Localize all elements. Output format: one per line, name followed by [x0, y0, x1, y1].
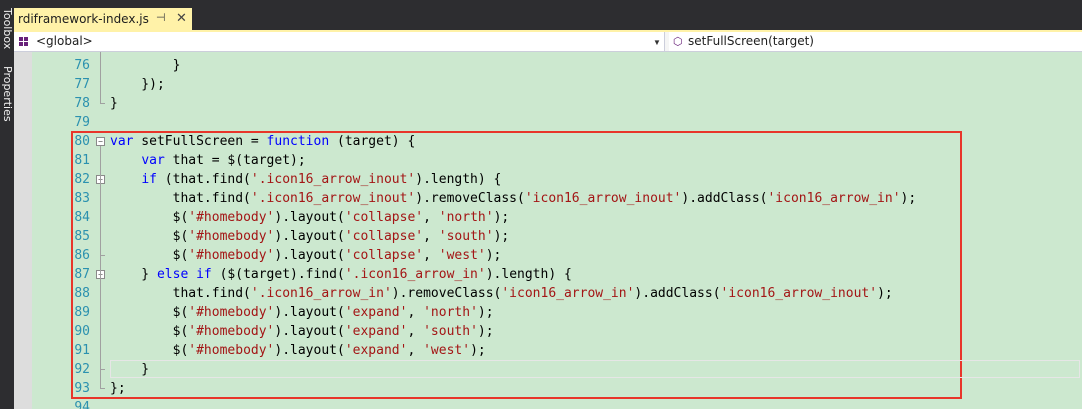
highlight-annotation: [71, 131, 962, 399]
code-line[interactable]: 94: [14, 398, 1064, 409]
tab-title: rdiframework-index.js: [18, 12, 149, 26]
current-line-indicator: [110, 360, 1080, 378]
line-number: 77: [74, 77, 90, 92]
code-text: }: [110, 96, 118, 111]
document-tab-strip: rdiframework-index.js ⊣ ✕: [14, 0, 1082, 30]
code-line[interactable]: 77 });: [14, 75, 1064, 94]
code-line[interactable]: 79: [14, 113, 1064, 132]
code-text: }: [110, 58, 181, 73]
namespace-icon: [19, 37, 29, 47]
chevron-down-icon[interactable]: ▼: [651, 35, 663, 49]
line-number: 79: [74, 115, 90, 130]
code-text: });: [110, 77, 165, 92]
pin-icon[interactable]: ⊣: [156, 11, 166, 24]
line-number: 94: [74, 400, 90, 409]
outline-guide: [100, 52, 101, 103]
close-icon[interactable]: ✕: [176, 10, 187, 26]
line-number: 78: [74, 96, 90, 111]
method-icon: ⬡: [673, 36, 683, 48]
line-number: 76: [74, 58, 90, 73]
scope-dropdown[interactable]: <global> ▼: [14, 32, 665, 51]
scope-value: <global>: [36, 34, 93, 48]
navigation-bar: <global> ▼ ⬡ setFullScreen(target): [14, 32, 1082, 52]
toolbox-tab[interactable]: Toolbox: [1, 8, 14, 49]
properties-tab[interactable]: Properties: [1, 66, 14, 122]
member-dropdown[interactable]: ⬡ setFullScreen(target): [669, 32, 1082, 51]
code-line[interactable]: 78}: [14, 94, 1064, 113]
member-value: setFullScreen(target): [688, 34, 814, 48]
side-tool-strip: Toolbox Properties: [0, 0, 14, 409]
code-line[interactable]: 76 }: [14, 56, 1064, 75]
outline-guide-end: [100, 103, 105, 104]
document-tab[interactable]: rdiframework-index.js ⊣ ✕: [14, 8, 192, 30]
